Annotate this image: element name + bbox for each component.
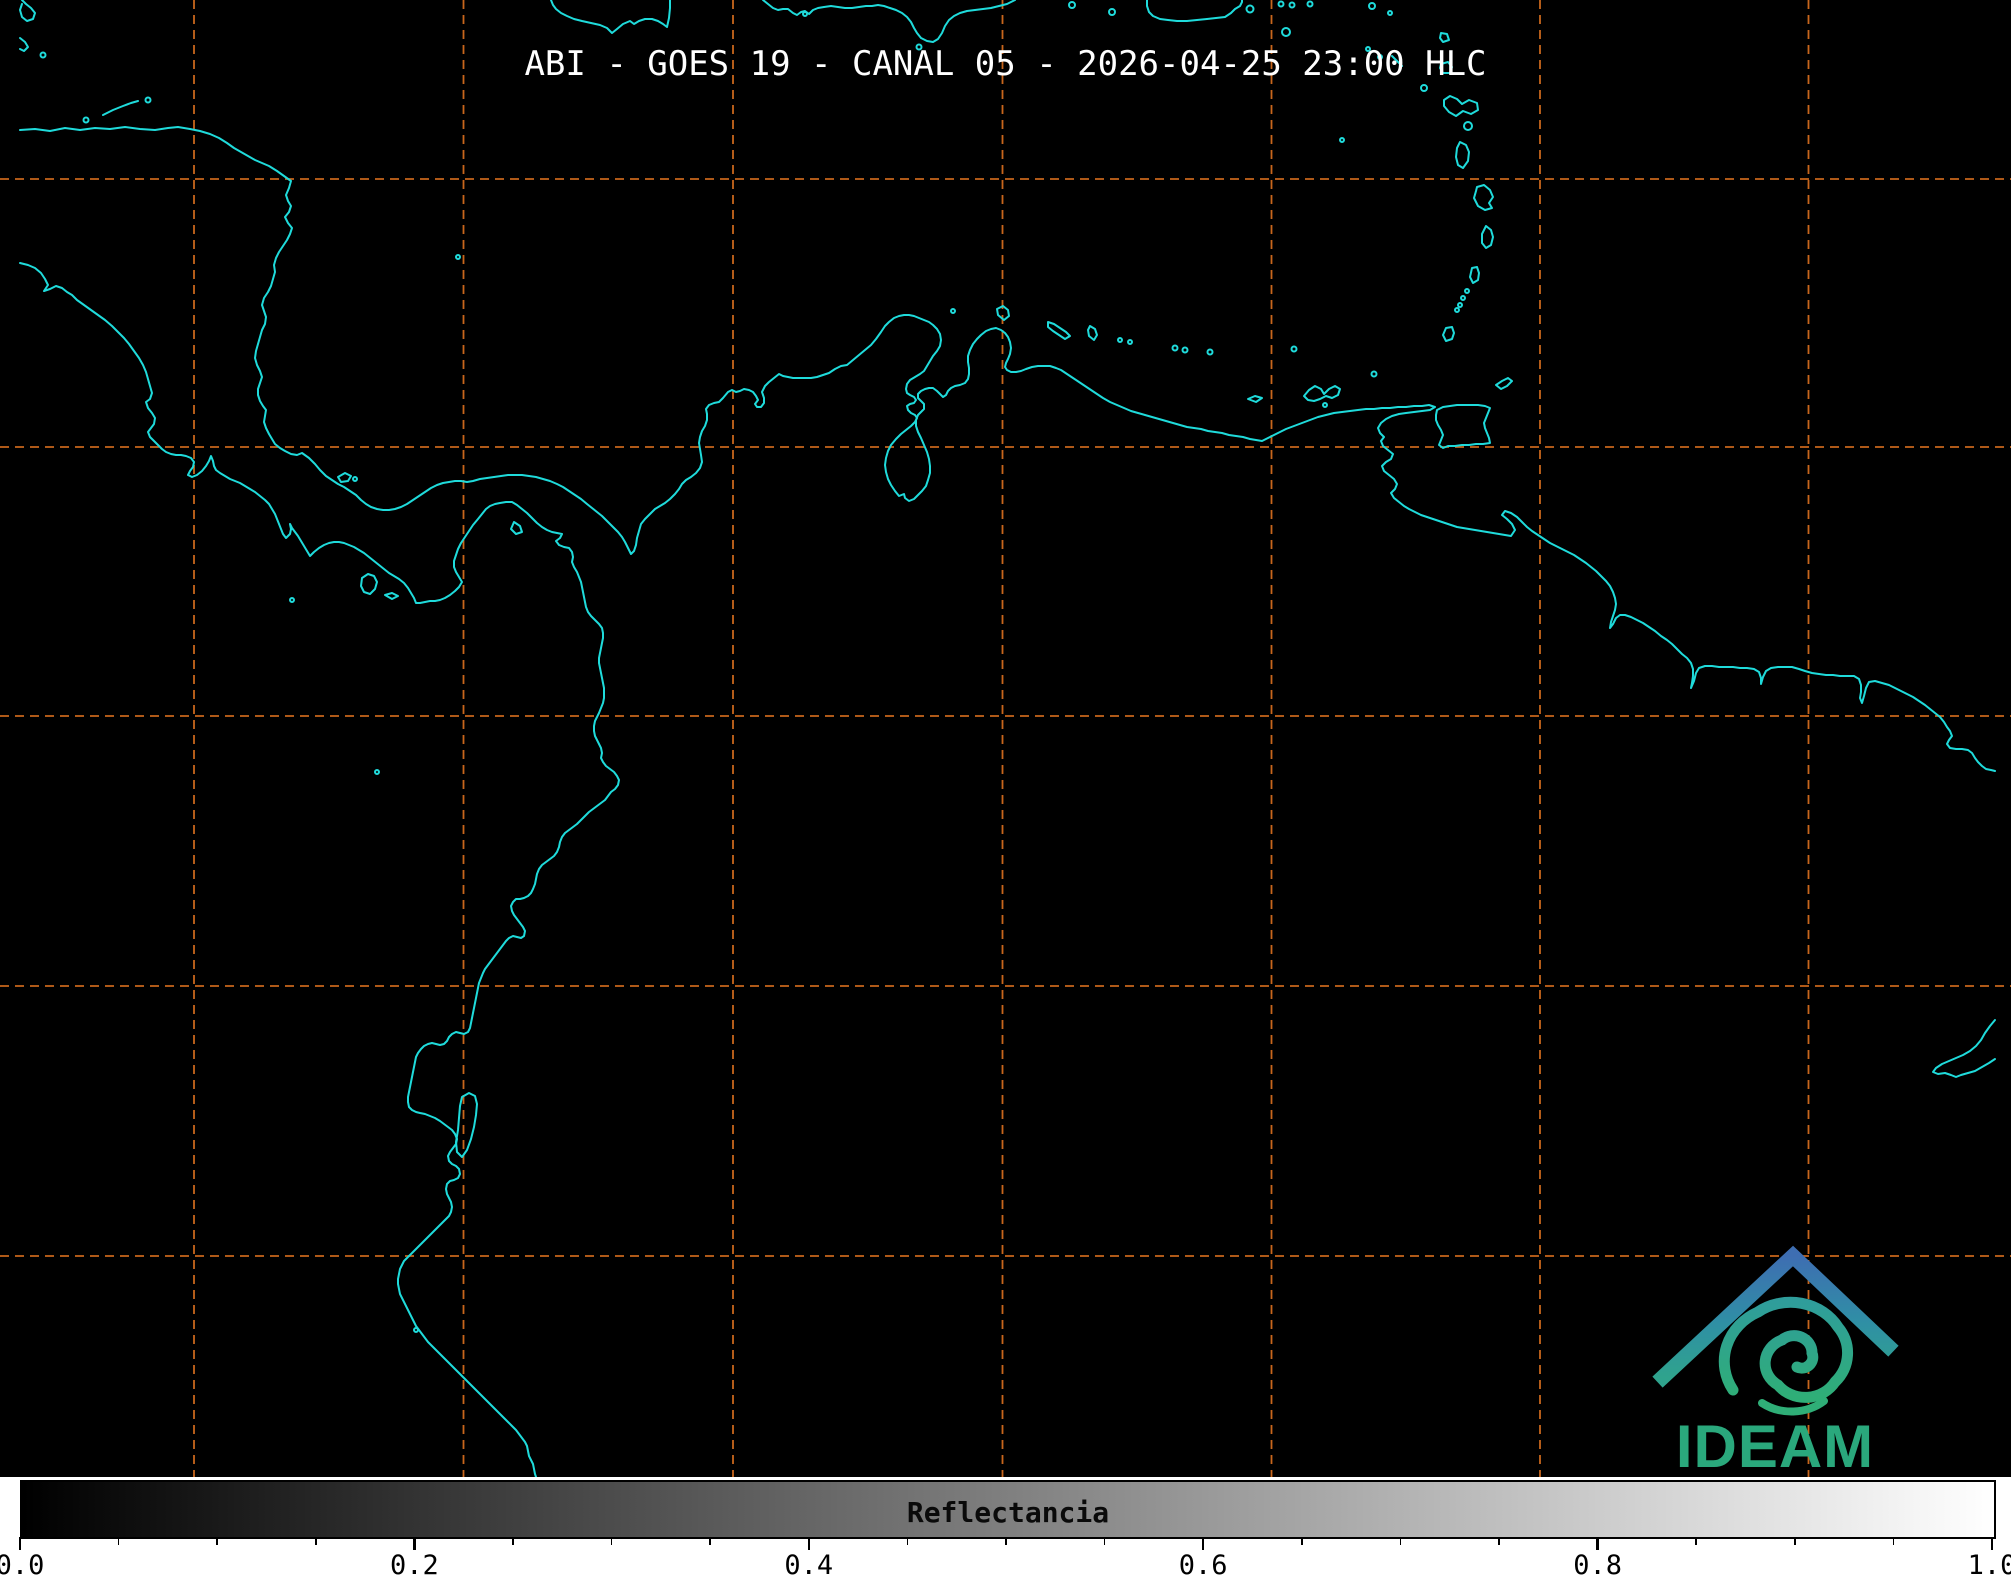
coast-bocas-islets <box>338 473 351 482</box>
islet-marie-galante <box>1464 122 1472 130</box>
islet-culebra <box>1279 2 1284 7</box>
coast-la-tortuga <box>1248 396 1262 402</box>
islet-blanquilla <box>1292 347 1297 352</box>
colorbar-major-tick <box>1596 1537 1599 1550</box>
coast-puerto-rico <box>1147 0 1242 21</box>
colorbar-tick-label: 1.0 <box>1968 1550 2011 1577</box>
islet-las-aves-1 <box>1118 338 1122 342</box>
islet-coche <box>1323 403 1327 407</box>
islets <box>41 2 1473 1333</box>
colorbar-minor-tick <box>512 1537 514 1545</box>
colorbar-strip: Reflectancia 0.0 0.2 0.4 0.6 0.8 1.0 <box>0 1477 2011 1577</box>
colorbar-minor-tick <box>1104 1537 1106 1545</box>
colorbar-minor-tick <box>1005 1537 1007 1545</box>
coast-belize-cayes <box>20 0 35 21</box>
coast-curacao <box>1048 322 1070 339</box>
coast-barbuda <box>1440 33 1449 42</box>
colorbar-minor-tick <box>216 1537 218 1545</box>
coast-bonaire <box>1088 326 1097 340</box>
colorbar-minor-tick <box>1893 1537 1895 1545</box>
islet-grenadines-2 <box>1461 296 1465 300</box>
ideam-logo-roof-icon <box>1663 1256 1888 1377</box>
islet-tumbes <box>414 1328 418 1332</box>
colorbar-minor-tick <box>118 1537 120 1545</box>
islet-los-roques-2 <box>1183 348 1188 353</box>
colorbar-label: Reflectancia <box>22 1496 1994 1529</box>
islet-pacific-1 <box>290 598 294 602</box>
islet-las-aves-2 <box>1128 340 1132 344</box>
islet-st-croix <box>1282 28 1290 36</box>
colorbar-minor-tick <box>1498 1537 1500 1545</box>
ideam-logo-text: IDEAM <box>1676 1413 1874 1477</box>
colorbar-major-tick <box>413 1537 416 1550</box>
coast-amazon-fragment <box>1933 1020 1995 1077</box>
colorbar-gradient: Reflectancia <box>20 1480 1996 1539</box>
map-title: ABI - GOES 19 - CANAL 05 - 2026-04-25 23… <box>0 44 2011 84</box>
islet-montserrat <box>1421 85 1427 91</box>
islet-roncador <box>456 255 460 259</box>
islet-utila <box>84 118 89 123</box>
colorbar-minor-tick <box>1794 1537 1796 1545</box>
colorbar-tick-label: 0.2 <box>390 1550 439 1577</box>
islet-a-vache <box>803 12 807 16</box>
colorbar-minor-tick <box>907 1537 909 1545</box>
islet-mona <box>1109 9 1115 15</box>
colorbar-minor-tick <box>1695 1537 1697 1545</box>
islet-los-monjes <box>951 309 955 313</box>
islet-virgin-gorda <box>1308 2 1313 7</box>
satellite-image-viewport: ABI - GOES 19 - CANAL 05 - 2026-04-25 23… <box>0 0 2011 1577</box>
coast-tobago <box>1496 378 1512 389</box>
islet-mona-west <box>1069 2 1075 8</box>
ideam-logo: IDEAM <box>1640 1240 1900 1477</box>
islet-los-roques-1 <box>1173 346 1178 351</box>
colorbar-minor-tick <box>611 1537 613 1545</box>
ideam-logo-swirl-icon <box>1724 1302 1847 1411</box>
islet-st-thomas <box>1290 3 1295 8</box>
islet-aves <box>1340 138 1344 142</box>
islet-guanaja <box>146 98 151 103</box>
islet-grenadines-1 <box>1465 289 1469 293</box>
colorbar-tick-label: 0.0 <box>0 1550 44 1577</box>
coast-trinidad <box>1436 405 1490 448</box>
coast-st-vincent <box>1470 267 1479 283</box>
colorbar-tick-label: 0.8 <box>1573 1550 1622 1577</box>
coast-st-lucia <box>1482 226 1493 248</box>
coast-jamaica <box>551 0 670 33</box>
coast-caribbean-mainland <box>20 127 1995 771</box>
colorbar-tick-label: 0.6 <box>1179 1550 1228 1577</box>
islet-grenadines-4 <box>1455 308 1459 312</box>
islet-vieques <box>1247 6 1254 13</box>
islet-malpelo <box>375 770 379 774</box>
islet-st-barth <box>1388 11 1392 15</box>
coast-pacific-mainland <box>20 263 619 1477</box>
coast-guadeloupe <box>1444 96 1478 116</box>
colorbar-tick-label: 0.4 <box>784 1550 833 1577</box>
colorbar-minor-tick <box>1400 1537 1402 1545</box>
coast-martinique <box>1474 185 1493 210</box>
coast-dominica <box>1456 142 1469 168</box>
coast-cebaco <box>385 593 398 599</box>
colorbar-major-tick <box>19 1537 22 1550</box>
map-area: ABI - GOES 19 - CANAL 05 - 2026-04-25 23… <box>0 0 2011 1477</box>
colorbar-major-tick <box>1991 1537 1994 1550</box>
coast-coiba <box>361 574 377 594</box>
colorbar-minor-tick <box>315 1537 317 1545</box>
coast-pearl-islands <box>511 522 522 534</box>
islet-grenadines-3 <box>1458 303 1462 307</box>
coast-hispaniola <box>763 0 1015 42</box>
islet-st-martin <box>1369 3 1375 9</box>
colorbar-major-tick <box>808 1537 811 1550</box>
colorbar-minor-tick <box>1301 1537 1303 1545</box>
islet-bocas-2 <box>353 477 357 481</box>
colorbar-minor-tick <box>709 1537 711 1545</box>
coast-margarita <box>1304 386 1340 401</box>
islet-orchila <box>1208 350 1213 355</box>
coast-roatan <box>103 101 138 115</box>
coast-grenada <box>1443 327 1454 341</box>
colorbar-major-tick <box>1202 1537 1205 1550</box>
coast-puna-island <box>456 1093 477 1157</box>
islet-testigos <box>1372 372 1377 377</box>
